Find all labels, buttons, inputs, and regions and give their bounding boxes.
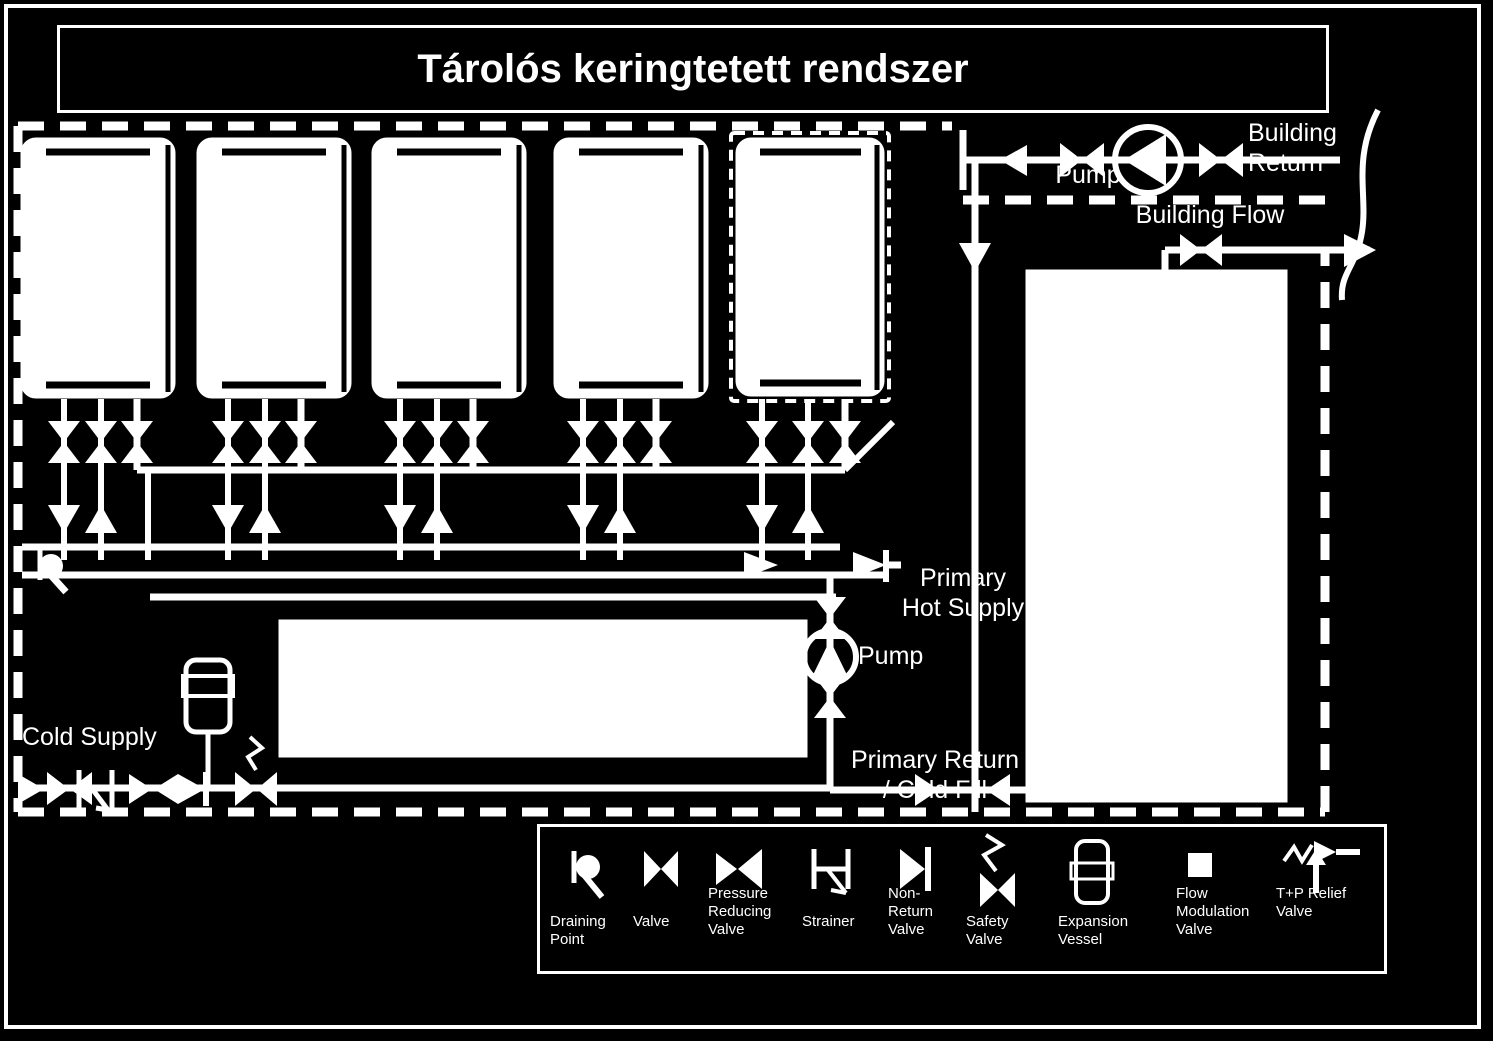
label-pump-primary: Pump (858, 642, 924, 670)
label-building-flow: Building Flow (1135, 201, 1285, 229)
label-primary-return: Primary Return / Cold Fill (850, 746, 1020, 804)
legend-label-1: Valve (633, 913, 670, 930)
legend-label-3: Strainer (802, 913, 855, 930)
water-heater-5-standby (729, 131, 891, 403)
label-cold-supply: Cold Supply (22, 723, 157, 751)
heater-1-connections (48, 399, 153, 560)
water-heater-group (20, 131, 891, 403)
expansion-vessel-icon (1069, 839, 1115, 905)
label-building-return: Building Return (1248, 119, 1337, 177)
legend-label-7: Flow Modulation Valve (1176, 885, 1250, 938)
flow-arrow-left (1000, 145, 1027, 176)
safety-valve-icon (980, 833, 1015, 907)
valve-non-return (178, 772, 209, 806)
heater-2-connections (148, 399, 317, 560)
valve-safety-cold (235, 735, 277, 806)
strainer-cold (76, 770, 115, 813)
primary-loop (886, 130, 1001, 812)
flow-arrow-up (85, 505, 117, 533)
cold-inlet-arrow (18, 774, 44, 804)
draining-point-icon (571, 851, 605, 899)
legend-panel: Draining Point Valve Pressure Reducing V… (537, 824, 1387, 974)
secondary-tank (278, 619, 808, 758)
heater-3-connections (148, 399, 489, 560)
valve-building-flow (1180, 234, 1222, 266)
legend-label-5: Safety Valve (966, 913, 1009, 948)
page-title: Tárolós keringtetett rendszer (57, 25, 1329, 113)
legend-label-0: Draining Point (550, 913, 606, 948)
water-heater-1 (20, 137, 176, 399)
water-heater-3 (371, 137, 527, 399)
label-primary-hot-supply: Primary Hot Supply (901, 564, 1025, 622)
water-heater-4 (553, 137, 709, 399)
valve-icon (644, 851, 678, 887)
valve-building-return-2 (1199, 143, 1243, 177)
legend-label-2: Pressure Reducing Valve (708, 885, 772, 938)
legend-label-4: Non- Return Valve (888, 885, 934, 938)
legend-label-6: Expansion Vessel (1058, 913, 1129, 948)
water-heater-2 (196, 137, 352, 399)
label-pump-building: Pump (1055, 161, 1121, 189)
flow-arrow-down (48, 505, 80, 533)
storage-tank (1025, 269, 1288, 803)
diagram-canvas: Tárolós keringtetett rendszer Building R… (0, 0, 1493, 1041)
legend-label-8: T+P Relief Valve (1276, 885, 1347, 920)
strainer-icon (811, 849, 851, 895)
flow-arrow-down-primary (959, 243, 991, 272)
